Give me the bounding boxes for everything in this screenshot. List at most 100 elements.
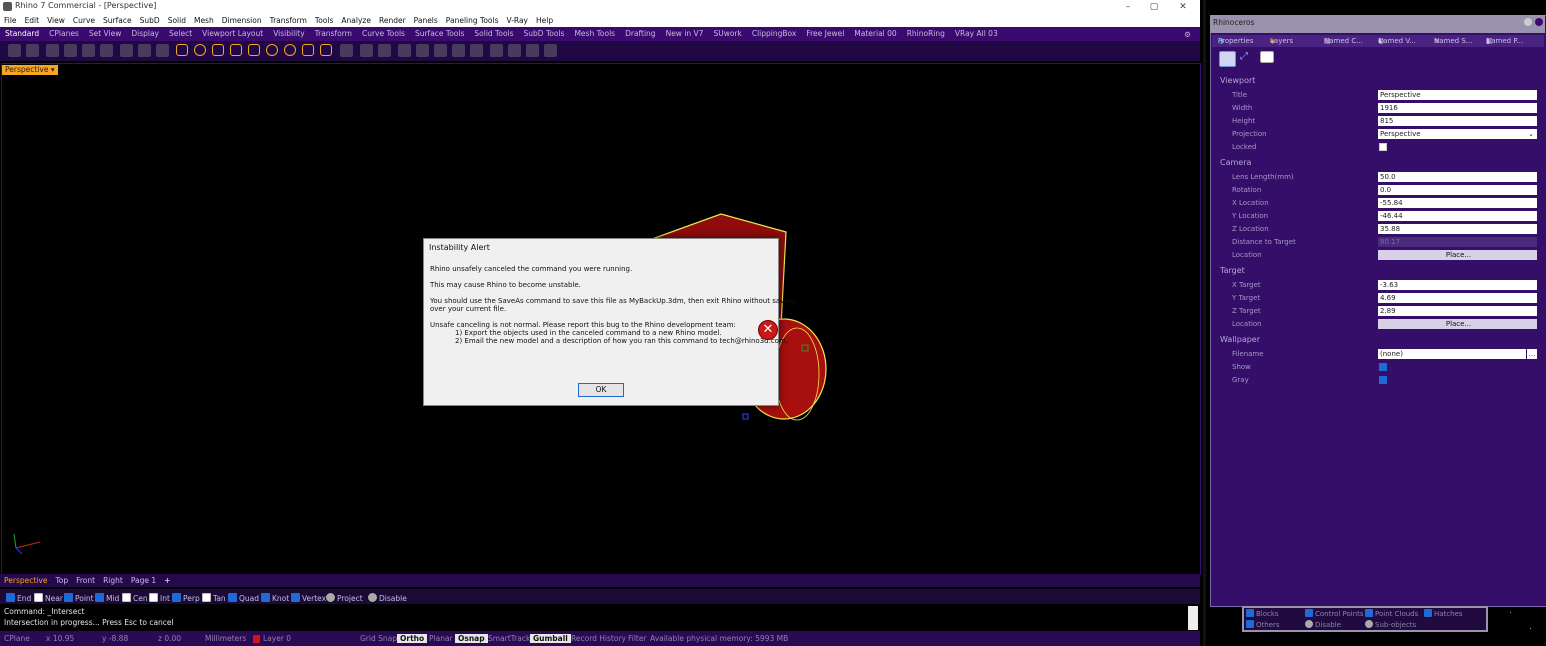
camera-place-button[interactable]: Place... [1378, 250, 1537, 260]
zoom-selected-icon[interactable] [248, 44, 260, 56]
panel-gear-icon[interactable] [1524, 18, 1532, 26]
undo-icon[interactable] [138, 44, 151, 57]
show-checkbox[interactable] [1379, 363, 1387, 371]
rotation-field[interactable]: 0.0 [1378, 185, 1537, 195]
tab-subd-tools[interactable]: SubD Tools [519, 27, 570, 41]
tab-set-view[interactable]: Set View [84, 27, 127, 41]
filter-hatches[interactable]: Hatches [1424, 609, 1463, 618]
osnap-project[interactable]: Project [326, 593, 363, 603]
osnap-end-checkbox[interactable] [6, 593, 15, 602]
osnap-perp[interactable]: Perp [172, 593, 200, 603]
status-smarttrack[interactable]: SmartTrack [488, 634, 530, 643]
filter-disable[interactable]: Disable [1305, 620, 1341, 629]
add-layout-button[interactable]: + [160, 574, 174, 587]
close-button[interactable]: ✕ [1170, 0, 1196, 14]
osnap-disable-radio[interactable] [368, 593, 377, 602]
tab-material-00[interactable]: Material 00 [849, 27, 901, 41]
select-icon[interactable] [320, 44, 332, 56]
vp-tab-right[interactable]: Right [99, 574, 127, 587]
status-gumball[interactable]: Gumball [530, 634, 571, 643]
properties-icon[interactable] [398, 44, 411, 57]
filter-point-clouds[interactable]: Point Clouds [1365, 609, 1418, 618]
status-layer[interactable]: Layer 0 [263, 634, 291, 643]
menu-paneling-tools[interactable]: Paneling Tools [442, 14, 503, 27]
title-field[interactable]: Perspective [1378, 90, 1537, 100]
set-view-icon[interactable] [302, 44, 314, 56]
status-planar[interactable]: Planar [429, 634, 453, 643]
height-field[interactable]: 815 [1378, 116, 1537, 126]
osnap-tan[interactable]: Tan [202, 593, 226, 603]
cplane-icon[interactable] [284, 44, 296, 56]
osnap-end[interactable]: End [6, 593, 31, 603]
osnap-knot[interactable]: Knot [261, 593, 289, 603]
minimize-button[interactable]: – [1115, 0, 1141, 14]
cut-icon[interactable] [82, 44, 95, 57]
filter-hatches-checkbox[interactable] [1424, 609, 1432, 617]
status-grid-snap[interactable]: Grid Snap [360, 634, 397, 643]
osnap-mid-checkbox[interactable] [95, 593, 104, 602]
gray-checkbox[interactable] [1379, 376, 1387, 384]
tab-cplanes[interactable]: CPlanes [44, 27, 84, 41]
zoom-icon[interactable] [194, 44, 206, 56]
osnap-vertex[interactable]: Vertex [291, 593, 326, 603]
tab-free-jewel[interactable]: Free Jewel [801, 27, 849, 41]
filter-disable-radio[interactable] [1305, 620, 1313, 628]
status-units[interactable]: Millimeters [205, 634, 246, 643]
menu-dimension[interactable]: Dimension [218, 14, 266, 27]
tab-mesh-tools[interactable]: Mesh Tools [569, 27, 620, 41]
command-history[interactable]: Command: _Intersect Intersection in prog… [0, 605, 1200, 631]
status-filter[interactable]: Filter [628, 634, 647, 643]
paste-icon[interactable] [120, 44, 133, 57]
menu-panels[interactable]: Panels [410, 14, 442, 27]
tab-new-in-v7[interactable]: New in V7 [661, 27, 709, 41]
lights-icon[interactable] [452, 44, 465, 57]
render-icon[interactable] [416, 44, 429, 57]
filter-control-points-checkbox[interactable] [1305, 609, 1313, 617]
lock-icon[interactable] [360, 44, 373, 57]
z-target-field[interactable]: 2.89 [1378, 306, 1537, 316]
menu-surface[interactable]: Surface [99, 14, 136, 27]
gear-icon[interactable]: ⚙ [1179, 28, 1196, 42]
filter-others-checkbox[interactable] [1246, 620, 1254, 628]
tab-select[interactable]: Select [164, 27, 197, 41]
menu-edit[interactable]: Edit [21, 14, 44, 27]
copy-icon[interactable] [100, 44, 113, 57]
filter-control-points[interactable]: Control Points [1305, 609, 1364, 618]
osnap-knot-checkbox[interactable] [261, 593, 270, 602]
osnap-mid[interactable]: Mid [95, 593, 119, 603]
materials-icon[interactable] [434, 44, 447, 57]
view-icon[interactable]: ⤢ [1240, 51, 1255, 65]
open-file-icon[interactable] [26, 44, 39, 57]
layer-icon[interactable] [378, 44, 391, 57]
filter-point-clouds-checkbox[interactable] [1365, 609, 1373, 617]
projection-select[interactable]: Perspective ⌄ [1378, 129, 1537, 139]
maximize-button[interactable]: ▢ [1141, 0, 1167, 14]
filter-sub-objects-radio[interactable] [1365, 620, 1373, 628]
display-options-icon[interactable] [470, 44, 483, 57]
tab-drafting[interactable]: Drafting [620, 27, 661, 41]
tab-viewport-layout[interactable]: Viewport Layout [197, 27, 268, 41]
filter-blocks[interactable]: Blocks [1246, 609, 1279, 618]
osnap-project-radio[interactable] [326, 593, 335, 602]
menu-curve[interactable]: Curve [69, 14, 99, 27]
new-file-icon[interactable] [8, 44, 21, 57]
tab-suwork[interactable]: SUwork [708, 27, 746, 41]
osnap-near[interactable]: Near [34, 593, 63, 603]
vp-tab-front[interactable]: Front [72, 574, 99, 587]
help-icon[interactable] [544, 44, 557, 57]
status-ortho[interactable]: Ortho [397, 634, 428, 643]
tab-rhinoring[interactable]: RhinoRing [902, 27, 950, 41]
status-osnap[interactable]: Osnap [455, 634, 488, 643]
menu-solid[interactable]: Solid [164, 14, 190, 27]
menu-view[interactable]: View [43, 14, 69, 27]
menu-help[interactable]: Help [532, 14, 557, 27]
wallpaper-icon[interactable] [1260, 51, 1274, 63]
tab-clippingbox[interactable]: ClippingBox [747, 27, 801, 41]
z-location-field[interactable]: 35.88 [1378, 224, 1537, 234]
x-target-field[interactable]: -3.63 [1378, 280, 1537, 290]
osnap-quad[interactable]: Quad [228, 593, 259, 603]
width-field[interactable]: 1916 [1378, 103, 1537, 113]
menu-vray[interactable]: V-Ray [503, 14, 532, 27]
osnap-point[interactable]: Point [64, 593, 94, 603]
y-location-field[interactable]: -46.44 [1378, 211, 1537, 221]
